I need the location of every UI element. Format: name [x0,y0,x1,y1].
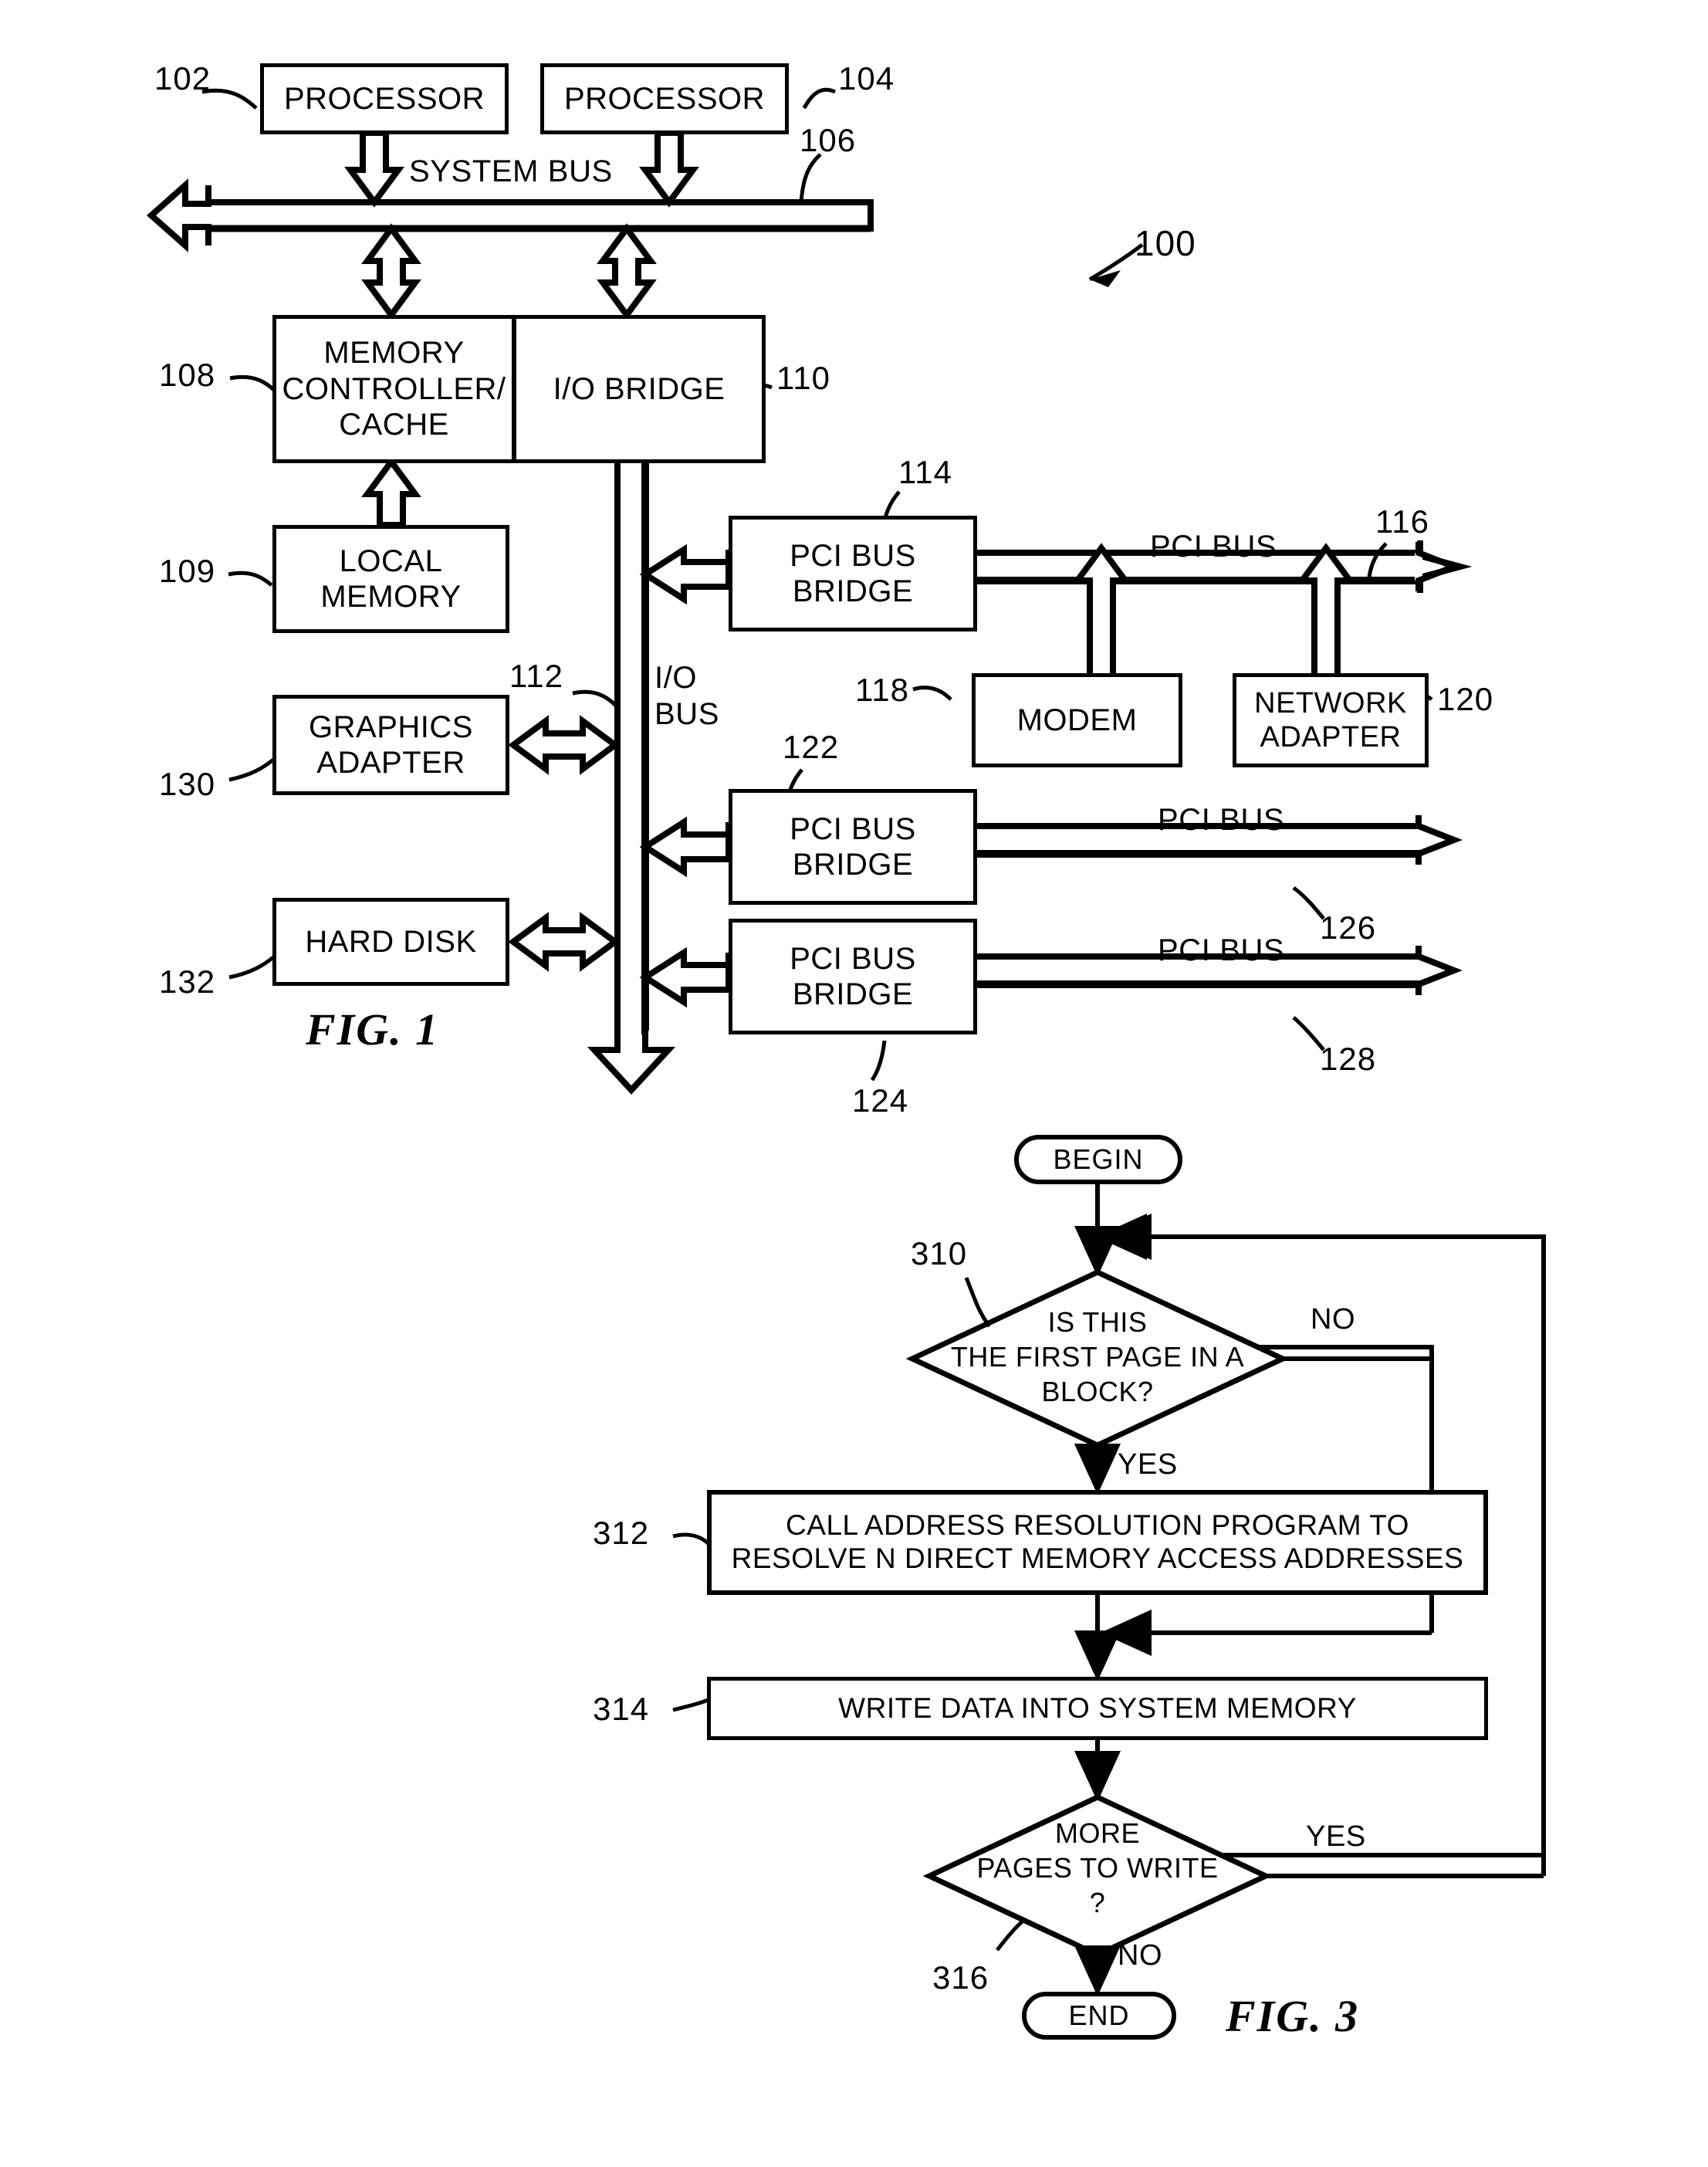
refnum-110: 110 [776,360,830,396]
arrow-processor1-to-bus [344,130,404,208]
flow-node-end-label: END [1068,1999,1130,2031]
refnum-108: 108 [159,357,216,393]
flow-node-begin-label: BEGIN [1053,1143,1144,1175]
refnum-316: 316 [932,1959,989,1996]
block-pci-bus-bridge-124-label: PCI BUS BRIDGE [790,941,916,1011]
block-processor-102-label: PROCESSOR [283,81,485,116]
refnum-116: 116 [1375,503,1429,540]
figure-1-caption: FIG. 1 [306,1004,440,1055]
block-io-bridge-label: I/O BRIDGE [553,371,725,406]
io-bus-line [614,463,649,1046]
block-network-adapter-label: NETWORK ADAPTER [1254,686,1407,753]
flow-box-call-address-resolution[interactable]: CALL ADDRESS RESOLUTION PROGRAM TO RESOL… [707,1490,1488,1595]
refnum-130: 130 [159,766,216,802]
system-bus-line [205,199,874,232]
block-network-adapter[interactable]: NETWORK ADAPTER [1233,673,1429,767]
block-local-memory[interactable]: LOCAL MEMORY [272,525,509,633]
block-graphics-adapter[interactable]: GRAPHICS ADAPTER [272,695,509,795]
block-local-memory-label: LOCAL MEMORY [320,543,462,614]
pci-bus-116-label: PCI BUS [1150,530,1277,564]
block-pci-bus-bridge-114-label: PCI BUS BRIDGE [790,538,916,608]
figure-3-caption: FIG. 3 [1226,1991,1360,2041]
arrow-bus-to-memctrl [361,223,421,320]
block-hard-disk-label: HARD DISK [305,924,477,959]
block-graphics-adapter-label: GRAPHICS ADAPTER [309,709,473,780]
io-bus-label: I/O BUS [654,661,720,732]
arrow-localmem-to-memctrl [361,456,421,528]
flow-node-end[interactable]: END [1022,1992,1176,2040]
refnum-120: 120 [1437,681,1494,717]
arrow-bridge124-to-iobus [639,946,732,1008]
arrow-100 [1090,270,1121,287]
refnum-114: 114 [898,454,952,490]
block-pci-bus-bridge-122-label: PCI BUS BRIDGE [790,811,916,882]
block-io-bridge[interactable]: I/O BRIDGE [512,315,766,463]
block-modem-label: MODEM [1016,703,1138,737]
system-bus-label: SYSTEM BUS [409,154,613,188]
flow-box-write-data[interactable]: WRITE DATA INTO SYSTEM MEMORY [707,1677,1488,1740]
flow-box-call-address-resolution-label: CALL ADDRESS RESOLUTION PROGRAM TO RESOL… [731,1509,1464,1574]
refnum-314: 314 [593,1691,650,1727]
arrow-network-to-pcibus [1296,543,1356,682]
refnum-132: 132 [159,963,216,1000]
arrow-modem-to-pcibus [1071,543,1131,682]
decision-first-page-shape [905,1269,1290,1448]
block-processor-104-label: PROCESSOR [563,81,766,116]
arrow-processor2-to-bus [639,130,699,208]
refnum-109: 109 [159,553,216,589]
arrow-harddisk-to-iobus [508,912,621,972]
block-pci-bus-bridge-122[interactable]: PCI BUS BRIDGE [729,789,977,905]
flow-box-write-data-label: WRITE DATA INTO SYSTEM MEMORY [838,1691,1357,1724]
block-hard-disk[interactable]: HARD DISK [272,898,509,986]
refnum-112: 112 [509,658,563,694]
patent-drawing-page: PROCESSOR PROCESSOR MEMORY CONTROLLER/ C… [0,0,1708,2167]
arrow-bus-to-iobridge [597,223,657,320]
arrow-bridge122-to-iobus [639,816,732,878]
refnum-126: 126 [1320,909,1377,946]
refnum-128: 128 [1320,1041,1377,1077]
refnum-310: 310 [911,1235,968,1271]
block-processor-104[interactable]: PROCESSOR [540,63,789,134]
refnum-102: 102 [154,60,211,96]
pci-bus-128-label: PCI BUS [1158,933,1285,967]
block-memory-controller-cache-label: MEMORY CONTROLLER/ CACHE [282,336,506,442]
block-pci-bus-bridge-114[interactable]: PCI BUS BRIDGE [729,516,977,631]
block-modem[interactable]: MODEM [972,673,1182,767]
refnum-122: 122 [783,729,840,765]
refnum-106: 106 [800,122,857,158]
decision-more-pages-shape [922,1794,1273,1958]
block-processor-102[interactable]: PROCESSOR [260,63,509,134]
edge-label-first-page-no: NO [1311,1303,1356,1336]
edge-label-first-page-yes: YES [1118,1448,1178,1481]
flow-node-begin[interactable]: BEGIN [1014,1135,1182,1184]
arrow-bridge114-to-iobus [639,543,732,605]
refnum-104: 104 [838,60,895,96]
refnum-312: 312 [593,1515,650,1551]
refnum-124: 124 [852,1082,909,1119]
edge-label-more-pages-yes: YES [1306,1820,1366,1853]
block-pci-bus-bridge-124[interactable]: PCI BUS BRIDGE [729,919,977,1034]
arrow-graphics-to-iobus [508,715,621,775]
refnum-118: 118 [855,672,909,708]
refnum-100-system: 100 [1135,223,1196,263]
block-memory-controller-cache[interactable]: MEMORY CONTROLLER/ CACHE [272,315,516,463]
pci-bus-126-label: PCI BUS [1158,803,1285,837]
edge-label-more-pages-no: NO [1118,1939,1163,1972]
